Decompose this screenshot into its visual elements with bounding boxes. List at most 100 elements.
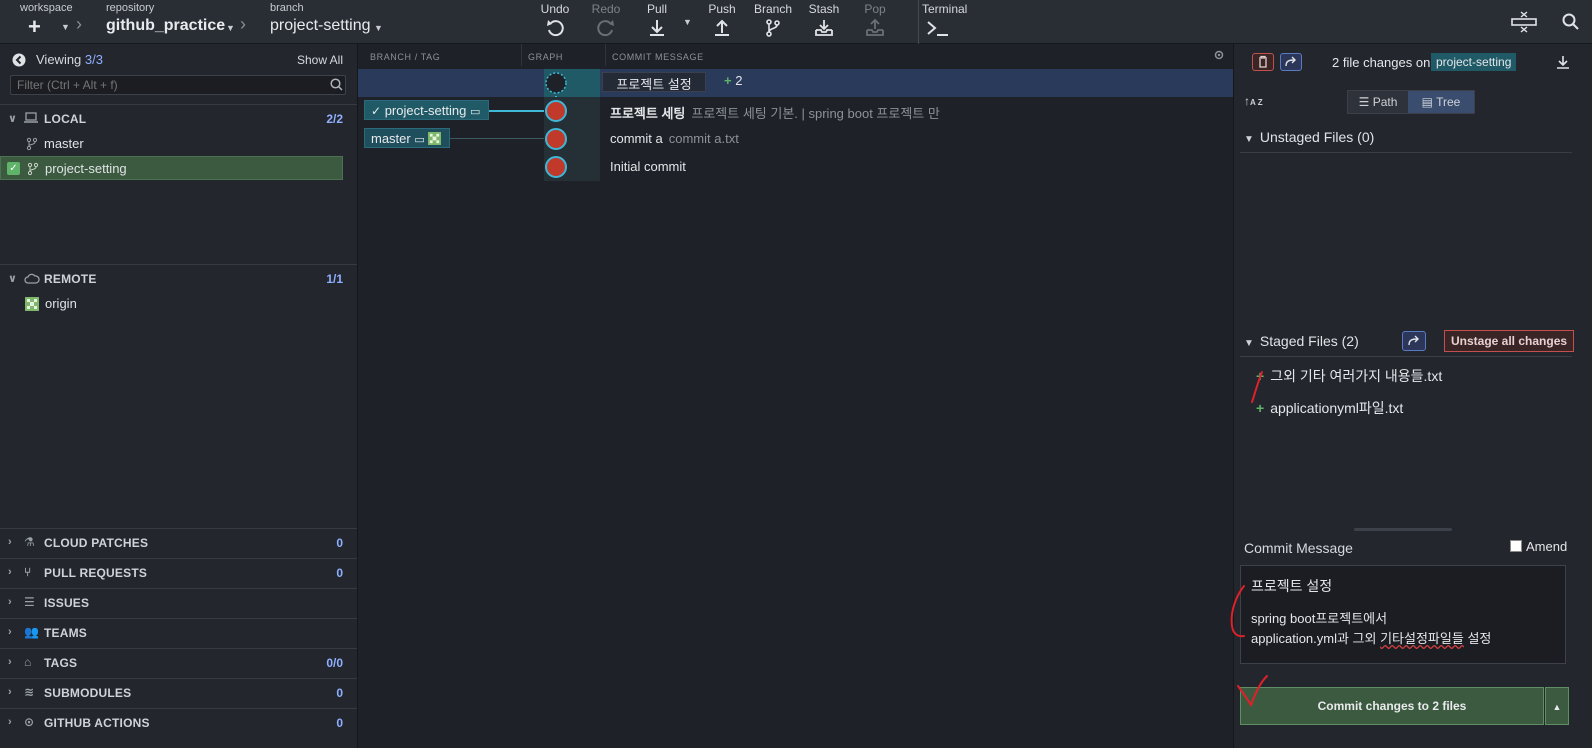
branch-pill: project-setting — [1431, 53, 1517, 71]
laptop-icon — [24, 112, 38, 123]
submodules-section[interactable]: › ≋ SUBMODULES 0 — [0, 678, 357, 708]
trash-icon — [1259, 55, 1267, 68]
workspace-dropdown-icon[interactable]: ▼ — [61, 22, 70, 32]
push-icon — [715, 19, 729, 36]
stash-staged-button[interactable] — [1402, 331, 1426, 351]
workspace-label: workspace — [20, 2, 73, 14]
branch-tag-master[interactable]: master ▭ — [364, 128, 450, 148]
discard-button[interactable] — [1252, 53, 1274, 71]
branch-icon — [27, 162, 39, 176]
column-header-commit-message[interactable]: COMMIT MESSAGE — [606, 44, 1233, 66]
add-workspace-icon[interactable]: + — [28, 14, 41, 40]
push-button[interactable]: Push — [697, 0, 747, 44]
wip-row[interactable]: 프로젝트 설정 + 2 — [358, 69, 1233, 97]
commit-message: commit a commit a.txt — [610, 131, 739, 146]
play-circle-icon: ⊙ — [24, 715, 35, 729]
redo-icon — [597, 20, 614, 37]
repository-selector[interactable]: github_practice — [106, 17, 225, 35]
commit-row[interactable]: master ▭ commit a commit a.txt — [358, 125, 1233, 153]
repository-dropdown-icon[interactable]: ▼ — [226, 23, 235, 33]
flask-icon: ⚗ — [24, 535, 35, 549]
file-changes-summary: 2 file changes on — [1332, 55, 1431, 70]
tags-section[interactable]: › ⌂ TAGS 0/0 — [0, 648, 357, 678]
teams-section[interactable]: › 👥 TEAMS — [0, 618, 357, 648]
commit-message: 프로젝트 세팅 프로젝트 세팅 기본. | spring boot 프로젝트 만 — [610, 106, 940, 121]
remote-section-header[interactable]: ∨ REMOTE 1/1 — [0, 264, 357, 292]
sort-icon[interactable]: ↑A Z — [1244, 94, 1263, 108]
share-icon — [1408, 335, 1419, 346]
search-icon[interactable] — [1562, 13, 1580, 31]
unstaged-files-header[interactable]: ▼ Unstaged Files (0) — [1244, 129, 1374, 145]
branch-tag-project-setting[interactable]: ✓ project-setting ▭ — [364, 100, 489, 120]
issues-section[interactable]: › ☰ ISSUES — [0, 588, 357, 618]
branch-button[interactable]: Branch — [748, 0, 798, 44]
cloud-patches-section[interactable]: › ⚗ CLOUD PATCHES 0 — [0, 528, 357, 558]
branch-connector — [489, 110, 545, 112]
commit-button[interactable]: Commit changes to 2 files — [1240, 687, 1544, 725]
terminal-button[interactable]: Terminal — [922, 0, 982, 44]
staged-file-item[interactable]: + applicationyml파일.txt — [1256, 398, 1403, 418]
list-icon: ☰ — [24, 595, 35, 609]
pull-button[interactable]: Pull — [632, 0, 682, 44]
gear-icon[interactable] — [1213, 49, 1225, 61]
tree-view-button[interactable]: ▤ Tree — [1408, 91, 1474, 113]
sidebar-item-origin[interactable]: origin — [0, 292, 348, 316]
commit-message: Initial commit — [610, 159, 686, 174]
local-section-header[interactable]: ∨ LOCAL 2/2 — [0, 104, 357, 132]
undo-icon — [547, 20, 564, 37]
show-all-button[interactable]: Show All — [297, 53, 343, 67]
column-header-graph[interactable]: GRAPH — [522, 44, 606, 66]
pop-icon — [866, 18, 884, 36]
filter-input[interactable] — [10, 75, 346, 95]
commit-node[interactable] — [545, 128, 567, 150]
pull-requests-section[interactable]: › ⑂ PULL REQUESTS 0 — [0, 558, 357, 588]
cloud-icon — [24, 273, 40, 284]
layout-toggle-icon[interactable] — [1511, 10, 1537, 34]
avatar-icon — [25, 297, 39, 311]
left-panel: Viewing 3/3 Show All ∨ LOCAL 2/2 master … — [0, 44, 358, 748]
column-header-branch-tag[interactable]: BRANCH / TAG — [358, 44, 522, 66]
github-actions-section[interactable]: › ⊙ GITHUB ACTIONS 0 — [0, 708, 357, 738]
commit-node[interactable] — [545, 100, 567, 122]
stash-button[interactable]: Stash — [799, 0, 849, 44]
wip-message[interactable]: 프로젝트 설정 — [602, 72, 706, 92]
chevron-down-icon: ∨ — [8, 113, 17, 125]
tree-icon: ▤ — [1421, 95, 1433, 109]
commit-row[interactable]: ✓ project-setting ▭ 프로젝트 세팅 프로젝트 세팅 기본. |… — [358, 97, 1233, 125]
commit-row[interactable]: Initial commit — [358, 153, 1233, 181]
team-icon: 👥 — [24, 625, 39, 639]
path-view-button[interactable]: ☰ Path — [1348, 91, 1408, 113]
commit-description-input[interactable]: spring boot프로젝트에서 application.yml과 그외 기타… — [1240, 601, 1566, 664]
pull-dropdown-icon[interactable]: ▼ — [683, 17, 692, 27]
resize-handle[interactable] — [1354, 528, 1452, 531]
branch-selector[interactable]: project-setting — [270, 17, 371, 35]
commit-summary-input[interactable]: 프로젝트 설정 — [1240, 565, 1566, 601]
avatar-icon — [428, 132, 442, 145]
divider — [1240, 356, 1572, 357]
amend-checkbox[interactable]: Amend — [1510, 539, 1567, 554]
stash-changes-button[interactable] — [1280, 53, 1302, 71]
commit-node[interactable] — [545, 156, 567, 178]
viewing-indicator: Viewing 3/3 — [36, 52, 103, 67]
back-arrow-icon[interactable] — [12, 53, 26, 67]
wip-change-count: + 2 — [724, 73, 743, 88]
share-icon — [1285, 56, 1296, 67]
chevron-down-icon: ▼ — [1244, 338, 1254, 349]
checkmark-icon: ✓ — [7, 162, 20, 175]
unstage-all-button[interactable]: Unstage all changes — [1444, 330, 1575, 352]
top-toolbar: workspace + ▼ › repository github_practi… — [0, 0, 1592, 44]
stash-icon — [815, 20, 833, 36]
redo-button[interactable]: Redo — [581, 0, 631, 44]
commit-options-dropdown[interactable]: ▲ — [1545, 687, 1569, 725]
sidebar-item-project-setting[interactable]: ✓ project-setting — [0, 156, 343, 180]
undo-button[interactable]: Undo — [530, 0, 580, 44]
staged-files-header[interactable]: ▼ Staged Files (2) — [1244, 333, 1359, 349]
pop-button[interactable]: Pop — [850, 0, 900, 44]
download-icon[interactable] — [1556, 55, 1570, 69]
branch-dropdown-icon[interactable]: ▼ — [374, 23, 383, 33]
checkbox[interactable] — [1510, 540, 1522, 552]
commit-message-label: Commit Message — [1244, 540, 1353, 556]
chevron-right-icon: › — [240, 14, 246, 34]
staged-file-item[interactable]: + 그외 기타 여러가지 내용들.txt — [1256, 366, 1442, 386]
sidebar-item-master[interactable]: master — [0, 132, 348, 156]
